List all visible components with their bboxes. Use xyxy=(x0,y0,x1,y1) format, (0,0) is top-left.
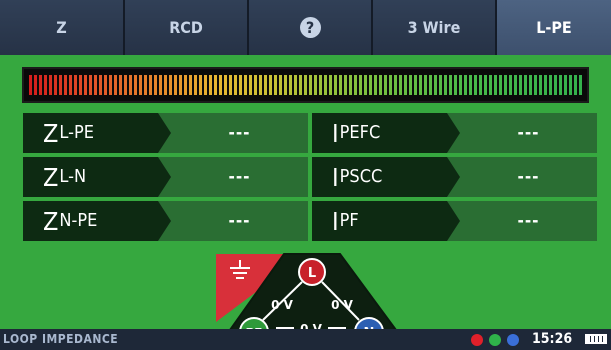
reading-z-l-pe[interactable]: Z L-PE --- xyxy=(23,113,308,153)
status-dot-blue xyxy=(507,334,519,346)
reading-subscript: PSCC xyxy=(339,166,383,187)
tab-rcd[interactable]: RCD xyxy=(125,0,249,55)
reading-value: --- xyxy=(517,123,540,143)
reading-label: I PSCC xyxy=(312,157,460,197)
level-bar-fill xyxy=(29,75,582,95)
reading-value: --- xyxy=(228,211,251,231)
reading-symbol: I xyxy=(332,206,339,236)
status-dot-red xyxy=(471,334,483,346)
tab-z[interactable]: Z xyxy=(0,0,125,55)
reading-symbol: I xyxy=(332,118,339,148)
voltage-l-n: 0 V xyxy=(331,298,354,312)
reading-subscript: N-PE xyxy=(59,210,98,231)
reading-value: --- xyxy=(228,123,251,143)
reading-z-n-pe[interactable]: Z N-PE --- xyxy=(23,201,308,241)
reading-symbol: I xyxy=(332,162,339,192)
reading-value: --- xyxy=(517,167,540,187)
tab-label: L-PE xyxy=(536,18,572,37)
tab-label: RCD xyxy=(169,18,203,37)
reading-i-pefc[interactable]: I PEFC --- xyxy=(312,113,597,153)
reading-label: I PF xyxy=(312,201,460,241)
reading-symbol: Z xyxy=(43,118,59,148)
level-bar xyxy=(22,67,589,103)
tab-l-pe[interactable]: L-PE xyxy=(497,0,611,55)
measurement-panel: Z L-PE --- I PEFC --- Z L-N --- I PSCC --- xyxy=(0,55,611,332)
wiring-triangle: 0 V 0 V 0 V L PE N xyxy=(228,253,398,332)
reading-i-pscc[interactable]: I PSCC --- xyxy=(312,157,597,197)
node-l-label: L xyxy=(308,266,316,281)
clock: 15:26 xyxy=(532,331,573,347)
reading-symbol: Z xyxy=(43,206,59,236)
reading-label: I PEFC xyxy=(312,113,460,153)
reading-subscript: PEFC xyxy=(339,122,381,143)
tab-3-wire[interactable]: 3 Wire xyxy=(373,0,497,55)
reading-z-l-n[interactable]: Z L-N --- xyxy=(23,157,308,197)
tab-bar: Z RCD ? 3 Wire L-PE xyxy=(0,0,611,55)
battery-icon xyxy=(585,334,607,344)
reading-i-pf[interactable]: I PF --- xyxy=(312,201,597,241)
status-dot-green xyxy=(489,334,501,346)
reading-label: Z L-N xyxy=(23,157,171,197)
reading-subscript: PF xyxy=(339,210,359,231)
tab-label: 3 Wire xyxy=(407,18,461,37)
reading-value: --- xyxy=(228,167,251,187)
help-icon: ? xyxy=(299,17,321,38)
reading-label: Z L-PE xyxy=(23,113,171,153)
tab-help[interactable]: ? xyxy=(249,0,373,55)
voltage-l-pe: 0 V xyxy=(271,298,294,312)
reading-subscript: L-PE xyxy=(59,122,94,143)
tester-screen: Z RCD ? 3 Wire L-PE Z L-PE --- I PEFC --- … xyxy=(0,0,611,350)
reading-subscript: L-N xyxy=(59,166,87,187)
status-bar: LOOP IMPEDANCE 15:26 xyxy=(0,329,611,350)
reading-value: --- xyxy=(517,211,540,231)
reading-symbol: Z xyxy=(43,162,59,192)
reading-label: Z N-PE xyxy=(23,201,171,241)
tab-label: Z xyxy=(56,18,67,37)
mode-label: LOOP IMPEDANCE xyxy=(3,332,119,346)
